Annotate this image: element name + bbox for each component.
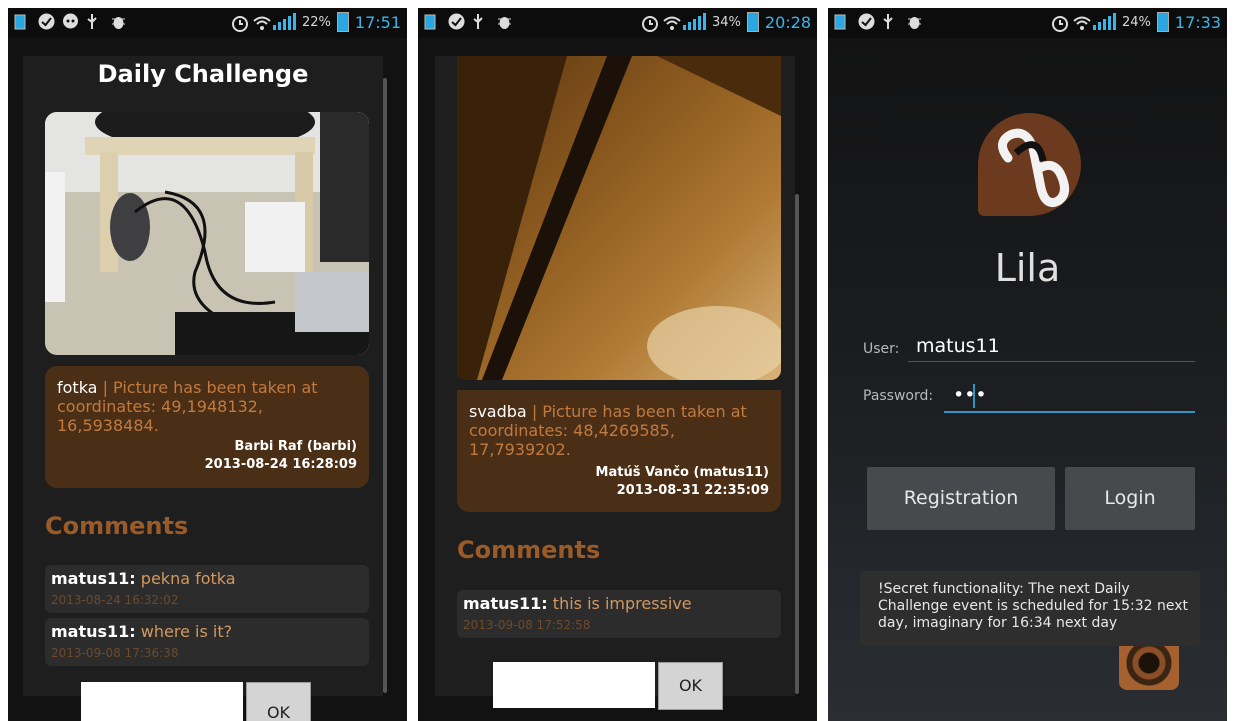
battery-icon <box>336 12 349 32</box>
alarm-icon <box>641 14 658 32</box>
password-underline <box>944 411 1195 413</box>
alarm-icon <box>1051 14 1068 32</box>
login-button[interactable]: Login <box>1065 467 1195 530</box>
status-bar: 22% 17:51 <box>8 8 407 38</box>
comment-date: 2013-09-08 17:52:58 <box>463 618 591 632</box>
battery-icon <box>746 12 759 32</box>
comment-user: matus11: <box>463 594 548 613</box>
alarm-icon <box>231 14 248 32</box>
caption-separator: | <box>526 402 543 421</box>
status-bar: 24% 17:33 <box>828 8 1227 38</box>
comment-date: 2013-08-24 16:32:02 <box>51 593 179 607</box>
comment-text: where is it? <box>140 622 233 641</box>
text-cursor <box>973 384 975 408</box>
comment-item: matus11: where is it? 2013-09-08 17:36:3… <box>45 618 369 666</box>
signal-icon <box>1092 13 1116 30</box>
caption-separator: | <box>97 378 114 397</box>
debug-icon <box>496 13 511 30</box>
check-icon <box>38 13 55 30</box>
check-icon <box>858 13 875 30</box>
registration-button[interactable]: Registration <box>867 467 1055 530</box>
wifi-icon <box>1072 14 1091 31</box>
comment-text: this is impressive <box>552 594 692 613</box>
scrollbar[interactable] <box>795 194 799 694</box>
comment-item: matus11: pekna fotka 2013-08-24 16:32:02 <box>45 565 369 613</box>
wifi-icon <box>662 14 681 31</box>
comments-heading: Comments <box>457 536 601 564</box>
screen-photo-detail: 34% 20:28 svadba | Picture has been take… <box>418 8 817 721</box>
ok-button[interactable]: OK <box>658 662 723 710</box>
post-name: fotka <box>57 378 98 397</box>
comment-input[interactable] <box>493 662 655 708</box>
comment-text: pekna fotka <box>140 569 236 588</box>
post-date: 2013-08-31 22:35:09 <box>616 483 769 498</box>
challenge-content[interactable]: Daily Challenge fotka | Picture has been… <box>23 56 387 696</box>
comments-heading: Comments <box>45 512 189 540</box>
scrollbar[interactable] <box>383 78 387 693</box>
post-caption: fotka | Picture has been taken at coordi… <box>45 366 369 488</box>
status-bar: 34% 20:28 <box>418 8 817 38</box>
battery-status-icon <box>14 13 29 30</box>
comment-item: matus11: this is impressive 2013-09-08 1… <box>457 590 781 638</box>
usb-icon <box>472 13 487 30</box>
usb-icon <box>882 13 897 30</box>
battery-percent: 34% <box>711 14 741 30</box>
clock: 17:51 <box>354 12 401 32</box>
app-name: Lila <box>994 246 1061 290</box>
post-name: svadba <box>469 402 527 421</box>
clock: 17:33 <box>1174 12 1221 32</box>
check-icon <box>448 13 465 30</box>
detail-content[interactable]: svadba | Picture has been taken at coord… <box>435 56 799 696</box>
battery-status-icon <box>424 13 439 30</box>
post-date: 2013-08-24 16:28:09 <box>204 457 357 472</box>
screen-daily-challenge: 22% 17:51 Daily Challenge fotka | Pictur… <box>8 8 407 721</box>
post-author: Matúš Vančo (matus11) <box>595 465 769 480</box>
comment-user: matus11: <box>51 569 136 588</box>
challenge-photo[interactable] <box>45 112 369 355</box>
clock: 20:28 <box>764 12 811 32</box>
password-label: Password: <box>863 388 934 404</box>
post-caption: svadba | Picture has been taken at coord… <box>457 390 781 512</box>
user-label: User: <box>863 341 900 357</box>
signal-icon <box>272 13 296 30</box>
signal-icon <box>682 13 706 30</box>
toast-message: !Secret functionality: The next Daily Ch… <box>860 571 1200 646</box>
page-title: Daily Challenge <box>97 60 309 88</box>
username-underline <box>908 361 1195 362</box>
battery-percent: 22% <box>301 14 331 30</box>
battery-status-icon <box>834 13 849 30</box>
battery-percent: 24% <box>1121 14 1151 30</box>
challenge-photo[interactable] <box>457 56 781 380</box>
usb-icon <box>86 13 101 30</box>
ok-button[interactable]: OK <box>246 682 311 721</box>
comment-date: 2013-09-08 17:36:38 <box>51 646 179 660</box>
comment-input[interactable] <box>81 682 243 721</box>
chat-icon <box>62 13 78 30</box>
debug-icon <box>110 13 125 30</box>
battery-icon <box>1156 12 1169 32</box>
username-field[interactable]: matus11 <box>916 335 1000 357</box>
comment-user: matus11: <box>51 622 136 641</box>
screen-login: 24% 17:33 Lila User: matus11 Password: •… <box>828 8 1227 721</box>
post-author: Barbi Raf (barbi) <box>234 439 357 454</box>
password-field[interactable]: ••• <box>953 384 987 406</box>
debug-icon <box>906 13 921 30</box>
wifi-icon <box>252 14 271 31</box>
app-logo-icon <box>978 113 1081 216</box>
